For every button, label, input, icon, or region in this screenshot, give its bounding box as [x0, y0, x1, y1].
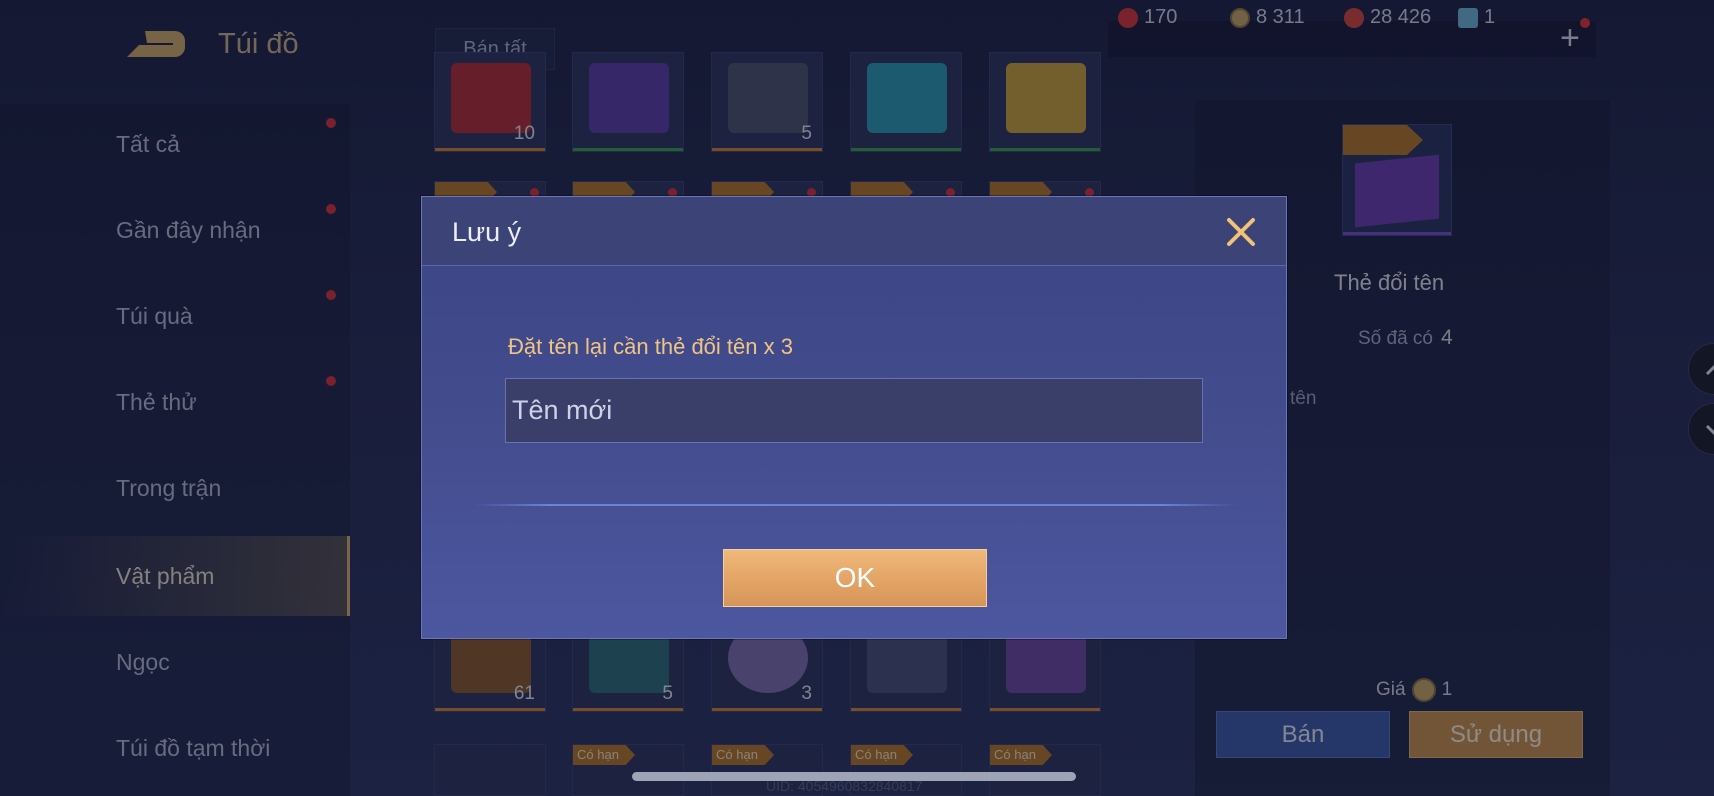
dialog-title: Lưu ý: [452, 217, 522, 247]
divider: [474, 504, 1236, 506]
dialog-header: Lưu ý: [422, 197, 1286, 266]
rename-requirement-text: Đặt tên lại cần thẻ đổi tên x 3: [508, 334, 793, 359]
new-name-input[interactable]: [505, 378, 1203, 443]
rename-dialog: Lưu ý Đặt tên lại cần thẻ đổi tên x 3 OK: [421, 196, 1287, 639]
close-icon[interactable]: [1222, 213, 1260, 251]
ok-button[interactable]: OK: [723, 549, 987, 607]
home-indicator[interactable]: [632, 772, 1076, 781]
